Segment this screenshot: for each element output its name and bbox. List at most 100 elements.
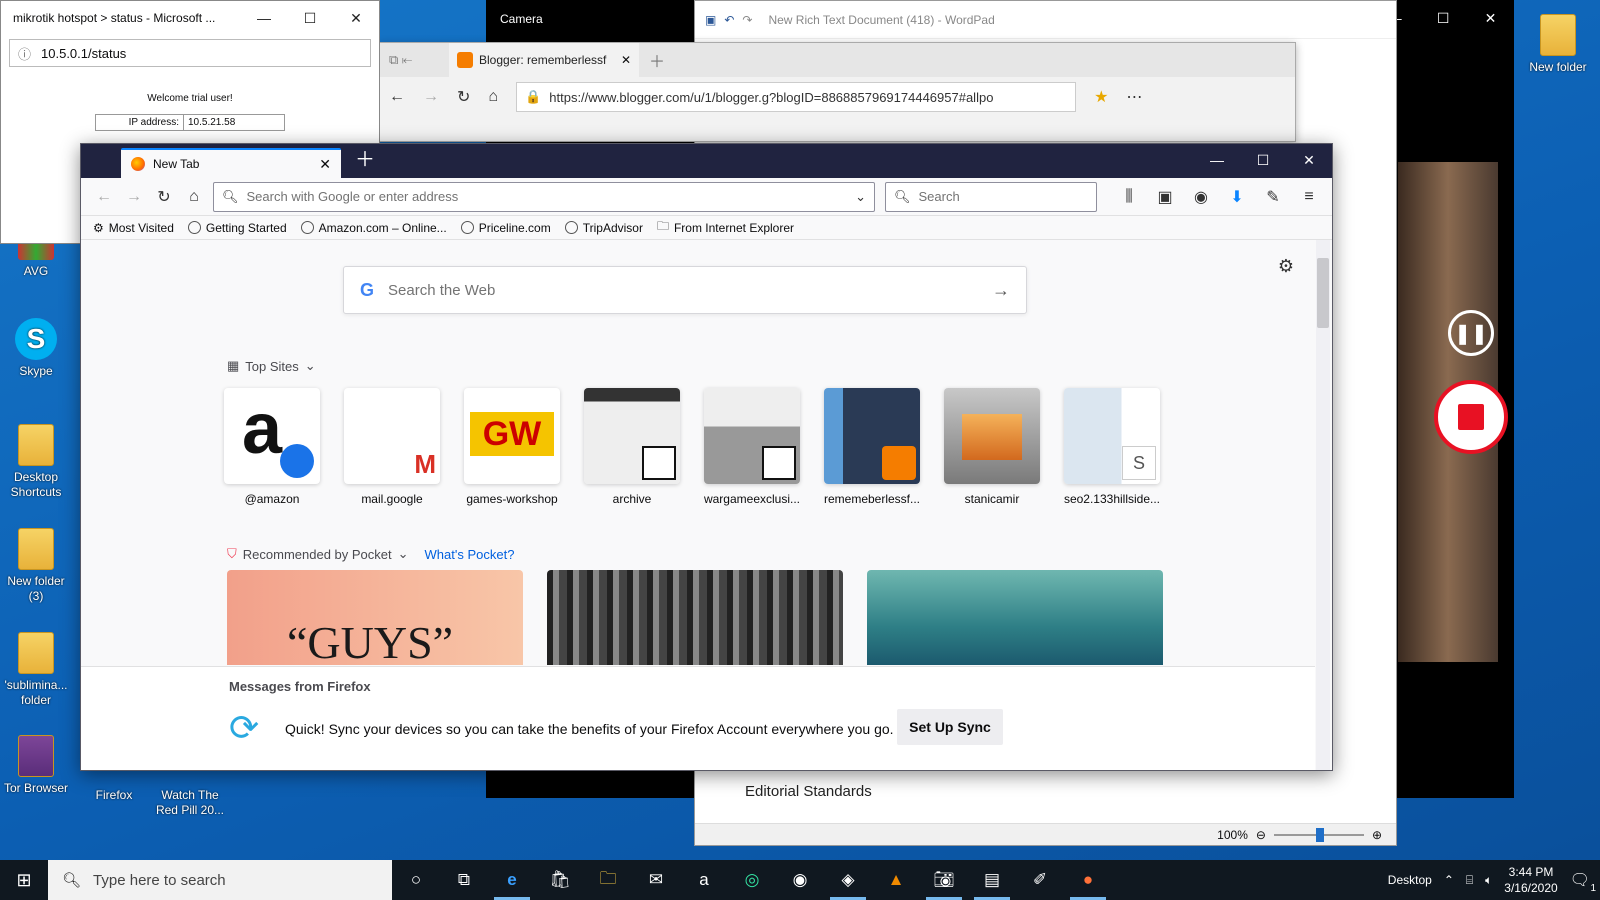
favorite-star-icon[interactable]: ★ bbox=[1094, 87, 1108, 107]
top-site-tile[interactable]: wargameexclusi... bbox=[697, 388, 807, 506]
back-icon[interactable]: ← bbox=[389, 88, 405, 106]
top-site-tile[interactable]: stanicamir bbox=[937, 388, 1047, 506]
start-button[interactable]: ⊞ bbox=[0, 860, 48, 900]
menu-icon[interactable]: ≡ bbox=[1294, 182, 1324, 212]
tripadvisor-icon[interactable]: ◎ bbox=[728, 860, 776, 900]
redo-icon[interactable]: ↷ bbox=[742, 13, 752, 27]
paint-icon[interactable]: ✐ bbox=[1016, 860, 1064, 900]
stop-recording-button[interactable] bbox=[1434, 380, 1508, 454]
whats-pocket-link[interactable]: What's Pocket? bbox=[425, 547, 515, 562]
top-site-tile[interactable]: archive bbox=[577, 388, 687, 506]
bookmark-folder-ie[interactable]: 🗀 From Internet Explorer bbox=[657, 217, 794, 238]
forward-icon[interactable]: → bbox=[119, 182, 149, 212]
desktop-icon-subliminal-folder[interactable]: 'sublimina... folder bbox=[0, 632, 72, 708]
edge-tab-title[interactable]: Blogger: rememberlessf bbox=[479, 53, 615, 67]
refresh-icon[interactable]: ↻ bbox=[457, 87, 470, 107]
camera-icon[interactable]: 📷︎ bbox=[920, 860, 968, 900]
volume-icon[interactable]: 🔈︎ bbox=[1485, 873, 1492, 888]
pocket-card[interactable] bbox=[867, 570, 1163, 665]
maximize-icon[interactable]: ☐ bbox=[1437, 10, 1450, 27]
gear-icon[interactable]: ⚙ bbox=[1278, 256, 1294, 277]
bookmark-tripadvisor[interactable]: TripAdvisor bbox=[564, 221, 643, 235]
close-icon[interactable]: ✕ bbox=[1485, 10, 1497, 27]
maximize-icon[interactable]: ☐ bbox=[1240, 144, 1286, 176]
zoom-out-icon[interactable]: ⊖ bbox=[1256, 828, 1266, 842]
close-tab-icon[interactable]: ✕ bbox=[621, 53, 631, 67]
chevron-down-icon[interactable]: ⌄ bbox=[855, 189, 866, 205]
close-tab-icon[interactable]: ✕ bbox=[319, 156, 331, 173]
close-icon[interactable]: ✕ bbox=[1286, 144, 1332, 176]
pocket-card[interactable] bbox=[547, 570, 843, 665]
desktop-icon-firefox[interactable]: Firefox bbox=[78, 788, 150, 803]
top-site-tile[interactable]: S seo2.133hillside... bbox=[1057, 388, 1167, 506]
scrollbar-thumb[interactable] bbox=[1317, 258, 1329, 328]
clock[interactable]: 3:44 PM 3/16/2020 bbox=[1504, 864, 1557, 896]
zoom-in-icon[interactable]: ⊕ bbox=[1372, 828, 1382, 842]
task-view-icon[interactable]: ⧉ bbox=[440, 860, 488, 900]
bookmark-amazon[interactable]: Amazon.com – Online... bbox=[300, 221, 447, 235]
top-site-tile[interactable]: rememeberlessf... bbox=[817, 388, 927, 506]
close-icon[interactable]: ✕ bbox=[333, 2, 379, 34]
mail-icon[interactable]: ✉ bbox=[632, 860, 680, 900]
sidebar-icon[interactable]: ▣ bbox=[1150, 182, 1180, 212]
extension-icon[interactable]: ✎ bbox=[1258, 182, 1288, 212]
save-icon[interactable]: ▣ bbox=[705, 13, 716, 27]
firefox-taskbar-icon[interactable]: ● bbox=[1064, 860, 1112, 900]
new-tab-icon[interactable]: ＋ bbox=[649, 48, 665, 72]
network-icon[interactable]: ⌸ bbox=[1466, 873, 1473, 888]
chevron-up-icon[interactable]: ⌃ bbox=[1444, 873, 1454, 887]
top-site-tile[interactable]: GW games-workshop bbox=[457, 388, 567, 506]
back-icon[interactable]: ← bbox=[89, 182, 119, 212]
arrow-right-icon[interactable]: → bbox=[992, 280, 1010, 301]
app-icon[interactable]: ◈ bbox=[824, 860, 872, 900]
desktop-icon-desktop-shortcuts[interactable]: Desktop Shortcuts bbox=[0, 424, 72, 500]
wordpad-icon[interactable]: ▤ bbox=[968, 860, 1016, 900]
home-icon[interactable]: ⌂ bbox=[179, 182, 209, 212]
more-icon[interactable]: ⋯ bbox=[1126, 87, 1142, 107]
tab-actions-icon[interactable]: ⧉ ⇤ bbox=[379, 52, 449, 68]
desktop-icon-skype[interactable]: S Skype bbox=[0, 318, 72, 379]
notifications-icon[interactable]: 🗨︎ 1 bbox=[1570, 870, 1596, 894]
home-icon[interactable]: ⌂ bbox=[488, 88, 498, 106]
bookmark-priceline[interactable]: Priceline.com bbox=[460, 221, 551, 235]
edge-taskbar-icon[interactable]: e bbox=[488, 860, 536, 900]
desktop-toolbar-label[interactable]: Desktop bbox=[1388, 873, 1432, 887]
library-icon[interactable]: ⫼ bbox=[1114, 182, 1144, 212]
web-search-box[interactable]: G Search the Web → bbox=[343, 266, 1027, 314]
pocket-header[interactable]: ⛉ Recommended by Pocket ⌄ What's Pocket? bbox=[227, 546, 514, 562]
undo-icon[interactable]: ↶ bbox=[724, 13, 734, 27]
store-icon[interactable]: 🛍︎ bbox=[536, 860, 584, 900]
account-icon[interactable]: ◉ bbox=[1186, 182, 1216, 212]
cortana-icon[interactable]: ○ bbox=[392, 860, 440, 900]
tab-new-tab[interactable]: New Tab ✕ bbox=[121, 148, 341, 178]
ie-address-bar[interactable]: ⓘ 10.5.0.1/status bbox=[9, 39, 371, 67]
pause-button[interactable]: ❚❚ bbox=[1448, 310, 1494, 356]
zoom-slider[interactable] bbox=[1273, 827, 1364, 842]
edge-address-bar[interactable]: 🔒 https://www.blogger.com/u/1/blogger.g?b… bbox=[516, 82, 1077, 112]
desktop-icon-new-folder[interactable]: New folder bbox=[1522, 14, 1594, 75]
maximize-icon[interactable]: ☐ bbox=[287, 2, 333, 34]
desktop-icon-tor-browser[interactable]: Tor Browser bbox=[0, 735, 72, 796]
vlc-icon[interactable]: ▲ bbox=[872, 860, 920, 900]
new-tab-icon[interactable]: ＋ bbox=[355, 144, 375, 172]
download-icon[interactable]: ⬇ bbox=[1222, 182, 1252, 212]
file-explorer-icon[interactable]: 🗀 bbox=[584, 860, 632, 900]
taskbar-search[interactable]: 🔍︎ Type here to search bbox=[48, 860, 392, 900]
minimize-icon[interactable]: — bbox=[1194, 144, 1240, 176]
url-bar[interactable]: 🔍︎ Search with Google or enter address ⌄ bbox=[213, 181, 875, 212]
bookmark-most-visited[interactable]: ⚙ Most Visited bbox=[93, 221, 174, 235]
scrollbar[interactable] bbox=[1316, 240, 1330, 770]
set-up-sync-button[interactable]: Set Up Sync bbox=[897, 709, 1003, 745]
desktop-icon-new-folder-3[interactable]: New folder (3) bbox=[0, 528, 72, 604]
top-sites-header[interactable]: ▦ Top Sites ⌄ bbox=[227, 358, 316, 374]
top-site-tile[interactable]: a @amazon bbox=[217, 388, 327, 506]
search-bar[interactable]: 🔍︎ Search bbox=[885, 181, 1097, 212]
desktop-icon-avg[interactable]: AVG bbox=[0, 240, 72, 279]
amazon-icon[interactable]: a bbox=[680, 860, 728, 900]
camera-app-icon[interactable]: ◉ bbox=[776, 860, 824, 900]
top-site-tile[interactable]: M mail.google bbox=[337, 388, 447, 506]
reload-icon[interactable]: ↻ bbox=[149, 182, 179, 212]
desktop-icon-red-pill[interactable]: Watch The Red Pill 20... bbox=[150, 788, 230, 818]
pocket-card[interactable]: “GUYS” bbox=[227, 570, 523, 665]
minimize-icon[interactable]: — bbox=[241, 2, 287, 34]
